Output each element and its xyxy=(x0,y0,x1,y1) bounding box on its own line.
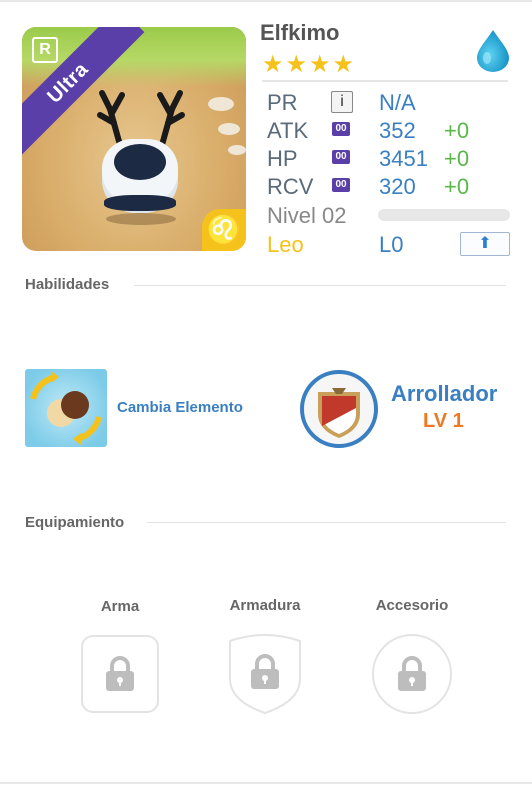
stat-bonus-atk: +0 xyxy=(444,118,470,143)
accessory-slot[interactable] xyxy=(372,634,452,714)
arrow-up-icon: ⬆ xyxy=(478,235,492,252)
stat-bonus-hp: +0 xyxy=(444,146,470,171)
star-rating: ★★★★ xyxy=(262,51,357,78)
plus-badge-icon: 00 xyxy=(332,122,350,136)
monster-name: Elfkimo xyxy=(260,20,340,45)
water-drop-icon xyxy=(477,30,509,72)
rarity-badge: R xyxy=(32,37,58,63)
bottom-divider xyxy=(0,782,532,784)
equipment-section-title: Equipamiento xyxy=(25,514,125,531)
level-progress-bar xyxy=(378,209,510,221)
weapon-label: Arma xyxy=(100,598,140,615)
stat-bonus-rcv: +0 xyxy=(444,174,470,199)
stat-label-pr: PR xyxy=(267,90,298,115)
shield-icon xyxy=(318,388,360,438)
rock-decoration xyxy=(228,145,246,155)
monster-fur-band xyxy=(104,195,176,211)
skill-name[interactable]: Cambia Elemento xyxy=(117,399,243,416)
weapon-slot[interactable] xyxy=(81,635,159,713)
skills-divider xyxy=(134,285,506,286)
header-divider xyxy=(262,80,508,82)
level-label: Nivel 02 xyxy=(267,203,347,228)
zodiac-leo-icon: ♌ xyxy=(202,209,246,251)
skills-section-title: Habilidades xyxy=(25,276,110,293)
rock-decoration xyxy=(218,123,240,135)
zodiac-level-value: L0 xyxy=(379,232,404,257)
stat-label-atk: ATK xyxy=(267,118,309,143)
monster-portrait[interactable]: Ultra R ♌ xyxy=(22,27,246,251)
stat-label-hp: HP xyxy=(267,146,298,171)
monster-face xyxy=(114,144,166,180)
armor-slot[interactable] xyxy=(226,633,304,715)
info-icon[interactable]: i xyxy=(331,91,353,113)
upgrade-button[interactable]: ⬆ xyxy=(460,232,510,256)
armor-label: Armadura xyxy=(229,597,301,614)
stat-value-rcv: 320 xyxy=(379,174,416,199)
stat-value-hp: 3451 xyxy=(379,146,428,171)
accessory-label: Accesorio xyxy=(375,597,449,614)
plus-badge-icon: 00 xyxy=(332,178,350,192)
stat-label-rcv: RCV xyxy=(267,174,314,199)
plus-badge-icon: 00 xyxy=(332,150,350,164)
swap-element-icon xyxy=(30,371,102,445)
equipment-divider xyxy=(147,522,506,523)
lock-icon xyxy=(106,656,134,691)
top-divider xyxy=(0,0,532,2)
rock-decoration xyxy=(208,97,234,111)
skill-change-element-icon[interactable] xyxy=(25,369,107,447)
stat-value-pr: N/A xyxy=(379,90,416,115)
ability-badge[interactable] xyxy=(300,370,378,448)
ability-level: LV 1 xyxy=(423,410,464,432)
monster-shadow xyxy=(106,213,176,225)
ability-name: Arrollador xyxy=(391,381,498,406)
lock-icon xyxy=(398,656,426,691)
zodiac-sign-label: Leo xyxy=(267,232,304,257)
stat-value-atk: 352 xyxy=(379,118,416,143)
